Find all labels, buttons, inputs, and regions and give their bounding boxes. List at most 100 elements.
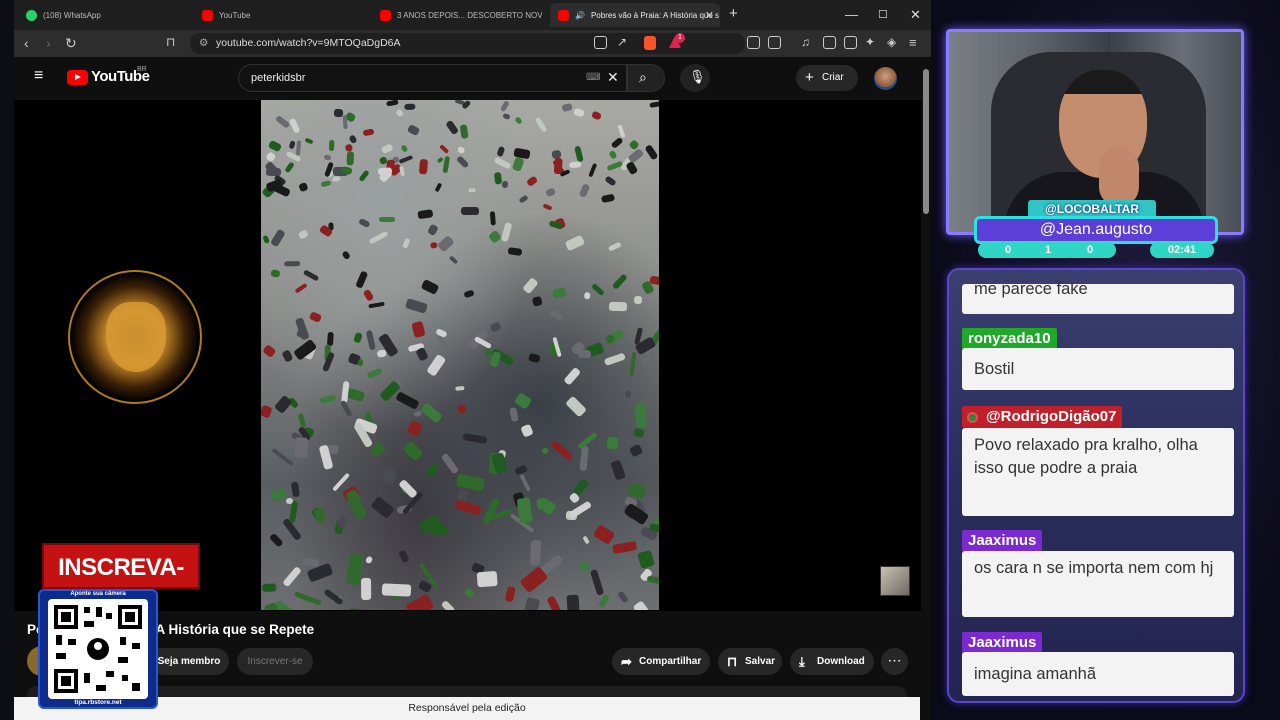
bottle-litter (398, 154, 414, 164)
bottle-litter (362, 128, 375, 137)
youtube-logo-icon[interactable] (67, 70, 88, 85)
join-button[interactable]: Seja membro (149, 648, 229, 675)
bookmark-icon[interactable]: ⊓ (166, 35, 175, 49)
tab-video[interactable]: 3 ANOS DEPOIS... DESCOBERTO NOVO CAP (372, 3, 542, 27)
bottle-litter (314, 506, 327, 524)
bottle-litter (625, 160, 638, 175)
music-icon[interactable]: ♫ (801, 35, 810, 49)
bottle-litter (420, 278, 440, 295)
bottle-litter (269, 228, 286, 248)
bottle-litter (282, 565, 302, 588)
bottle-litter (455, 472, 486, 491)
bottle-litter (574, 145, 584, 162)
bottle-litter (436, 335, 449, 349)
bottle-litter (502, 113, 512, 121)
forward-icon[interactable]: › (46, 35, 51, 51)
bottle-litter (346, 151, 354, 167)
search-button[interactable]: ⌕ (627, 64, 665, 92)
screenshot-icon[interactable] (768, 36, 781, 49)
chat-message: Bostil (962, 348, 1234, 390)
hamburger-menu-icon[interactable]: ≡ (34, 67, 43, 85)
speaker-icon[interactable]: 🔊 (575, 11, 585, 20)
bottle-litter (357, 169, 370, 183)
search-input[interactable]: peterkidsbr ⌨ ✕ (238, 64, 627, 92)
close-tab-icon[interactable]: ✕ (705, 9, 714, 22)
bottle-litter (381, 583, 412, 597)
wallet-icon[interactable] (844, 36, 857, 49)
video-player[interactable]: INSCREVA-SE (14, 100, 921, 627)
site-settings-icon[interactable]: ⚙ (199, 33, 208, 54)
chat-username: ronyzada10 (962, 328, 1057, 350)
bottle-litter (616, 590, 629, 604)
create-button[interactable]: + Criar (796, 65, 858, 91)
maximize-icon[interactable]: ☐ (878, 8, 888, 21)
scrollbar-thumb[interactable] (923, 69, 929, 214)
bottle-litter (395, 390, 420, 410)
close-window-icon[interactable]: ✕ (910, 7, 921, 23)
bottle-litter (361, 577, 372, 601)
install-icon[interactable] (594, 36, 607, 49)
video-frame[interactable] (261, 100, 659, 610)
bottle-litter (610, 136, 624, 150)
rewards-badge: 1 (675, 33, 685, 43)
back-icon[interactable]: ‹ (24, 35, 29, 51)
bottle-litter (462, 432, 488, 444)
extensions-icon[interactable] (747, 36, 760, 49)
share-button[interactable]: ➦ Compartilhar (612, 648, 710, 675)
bottle-litter (549, 439, 574, 462)
bottle-litter (298, 228, 310, 240)
bottle-litter (414, 347, 429, 363)
bottle-litter (352, 331, 363, 344)
minimize-icon[interactable]: — (845, 7, 858, 22)
bottle-litter (425, 353, 446, 377)
keyboard-icon[interactable]: ⌨ (586, 65, 600, 91)
user-name: @Jean.augusto (974, 216, 1218, 244)
bottle-litter (430, 242, 439, 249)
save-button[interactable]: ⊓ Salvar (718, 648, 782, 675)
bottle-litter (295, 140, 301, 156)
bottle-litter (507, 246, 522, 256)
end-screen-thumbnail[interactable] (880, 566, 910, 596)
bottle-litter (564, 234, 586, 252)
url-field[interactable]: ⚙ youtube.com/watch?v=9MTOQaDgD6A (190, 33, 745, 54)
bottle-litter (606, 160, 623, 172)
tab-bar: (108) WhatsApp YouTube 3 ANOS DEPOIS... … (14, 0, 931, 30)
bottle-litter (604, 175, 618, 187)
account-avatar[interactable] (874, 67, 897, 90)
bottle-litter (363, 288, 375, 302)
bottle-litter (294, 282, 308, 294)
bottle-litter (288, 118, 301, 135)
chat-username-text: @RodrigoDigão07 (986, 408, 1117, 425)
clear-search-icon[interactable]: ✕ (607, 64, 619, 90)
bottle-litter (519, 423, 534, 438)
share-page-icon[interactable]: ↗ (617, 35, 627, 49)
bottle-litter (348, 608, 366, 610)
bottle-litter (401, 143, 409, 153)
leo-ai-icon[interactable]: ✦ (865, 35, 875, 49)
bottle-litter (342, 114, 348, 130)
voice-search-button[interactable]: 🎙 (680, 64, 710, 92)
bottle-litter (438, 143, 450, 154)
channel-scorpion-logo (68, 270, 202, 404)
more-actions-button[interactable]: ⋯ (881, 648, 908, 675)
bottle-litter (522, 596, 541, 610)
download-button[interactable]: ⤓ Download (790, 648, 874, 675)
sidebar-icon[interactable] (823, 36, 836, 49)
new-tab-icon[interactable]: + (729, 5, 738, 22)
vpn-icon[interactable]: ◈ (887, 35, 896, 49)
page-scrollbar[interactable] (921, 57, 931, 720)
tab-whatsapp[interactable]: (108) WhatsApp (18, 3, 188, 27)
bottle-litter (319, 394, 337, 405)
brave-shield-icon[interactable] (644, 36, 656, 50)
bottle-litter (426, 223, 439, 236)
bottle-litter (646, 575, 659, 585)
menu-icon[interactable]: ≡ (909, 35, 917, 50)
bottle-litter (616, 124, 625, 138)
bottle-litter (268, 139, 283, 152)
bottle-litter (304, 137, 313, 145)
subscribe-button[interactable]: Inscrever-se (237, 648, 313, 675)
tab-youtube[interactable]: YouTube (194, 3, 366, 27)
tab-active-video[interactable]: 🔊 Pobres vão à Praia: A História que s ✕ (550, 3, 720, 27)
reload-icon[interactable]: ↻ (65, 35, 77, 52)
bottle-litter (512, 157, 526, 173)
